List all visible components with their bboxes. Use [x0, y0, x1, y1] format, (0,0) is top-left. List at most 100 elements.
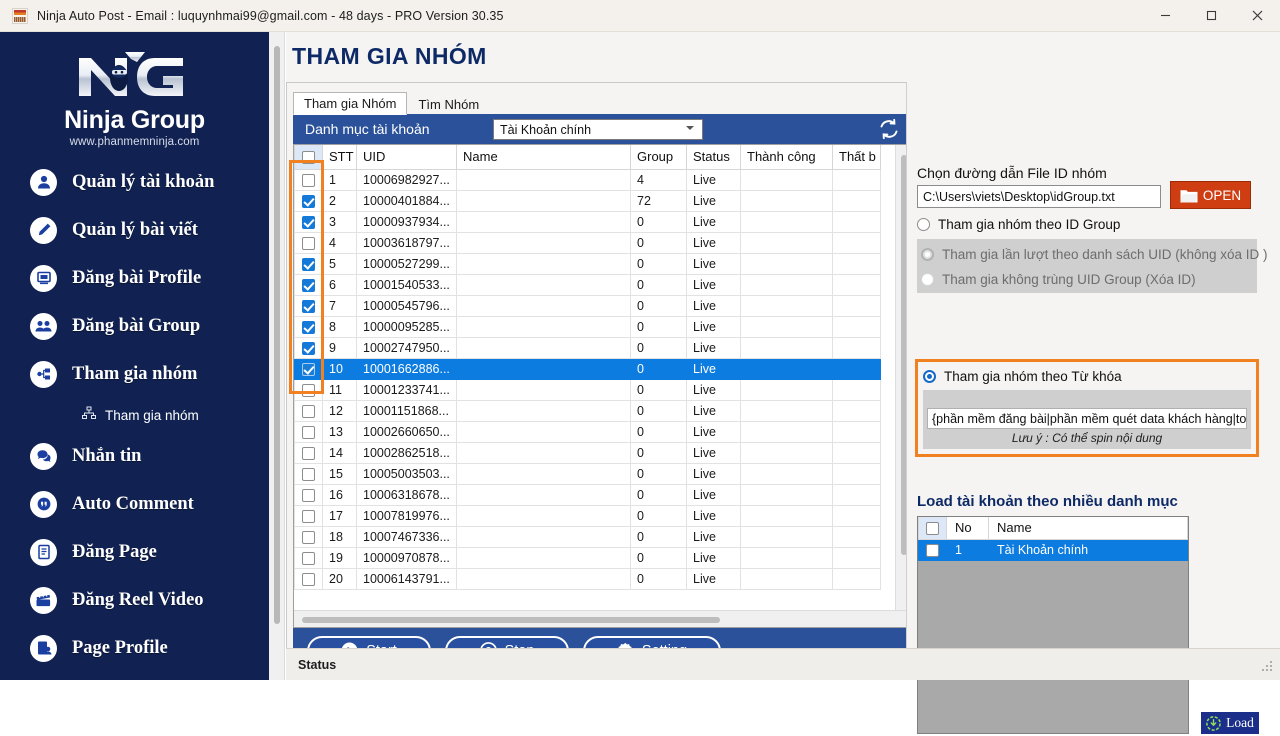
table-row[interactable]: 6 10001540533... 0 Live: [294, 273, 881, 296]
row-checkbox-cell[interactable]: [294, 315, 323, 338]
close-icon[interactable]: [1234, 0, 1280, 32]
row-checkbox[interactable]: [302, 341, 315, 355]
table-horizontal-scrollbar[interactable]: [294, 610, 912, 627]
sidebar-item-auto-comment[interactable]: Auto Comment: [0, 480, 269, 528]
table-row[interactable]: 13 10002660650... 0 Live: [294, 420, 881, 443]
keyword-input[interactable]: {phần mềm đăng bài|phần mềm quét data kh…: [927, 408, 1247, 429]
row-checkbox-cell[interactable]: [294, 504, 323, 527]
row-checkbox[interactable]: [302, 257, 315, 271]
col-header-stt[interactable]: STT: [322, 145, 357, 170]
row-checkbox-cell[interactable]: [294, 189, 323, 212]
table-row[interactable]: 12 10001151868... 0 Live: [294, 399, 881, 422]
sidebar-item-ngon-ngu[interactable]: A Ngôn ngữ: [0, 672, 269, 680]
category-row[interactable]: 1 Tài Khoản chính: [918, 538, 1188, 561]
col-header-uid[interactable]: UID: [356, 145, 457, 170]
radio-tham-gia-theo-tu-khoa[interactable]: Tham gia nhóm theo Từ khóa: [923, 369, 1122, 384]
row-checkbox-cell[interactable]: [294, 273, 323, 296]
row-checkbox-cell[interactable]: [294, 168, 323, 191]
category-select-all-checkbox[interactable]: [926, 522, 939, 536]
table-row[interactable]: 11 10001233741... 0 Live: [294, 378, 881, 401]
select-all-header[interactable]: [294, 145, 323, 170]
row-checkbox-cell[interactable]: [294, 210, 323, 233]
open-file-button[interactable]: OPEN: [1170, 181, 1251, 209]
table-row[interactable]: 19 10000970878... 0 Live: [294, 546, 881, 569]
row-checkbox-cell[interactable]: [294, 567, 323, 590]
row-checkbox-cell[interactable]: [294, 525, 323, 548]
resize-grip-icon[interactable]: [1260, 658, 1274, 672]
sidebar-item-tham-gia-nhom[interactable]: Tham gia nhóm: [0, 350, 269, 398]
row-checkbox-cell[interactable]: [294, 399, 323, 422]
sidebar-item-dang-bai-profile[interactable]: Đăng bài Profile: [0, 254, 269, 302]
row-checkbox-cell[interactable]: [294, 252, 323, 275]
select-all-checkbox[interactable]: [302, 151, 315, 165]
sidebar-item-dang-reel-video[interactable]: Đăng Reel Video: [0, 576, 269, 624]
sidebar-item-nhan-tin[interactable]: Nhắn tin: [0, 432, 269, 480]
row-checkbox[interactable]: [302, 299, 315, 313]
table-horizontal-scrollbar-thumb[interactable]: [302, 617, 720, 623]
row-checkbox[interactable]: [302, 215, 315, 229]
minimize-icon[interactable]: [1142, 0, 1188, 32]
row-checkbox[interactable]: [302, 530, 315, 544]
table-row[interactable]: 15 10005003503... 0 Live: [294, 462, 881, 485]
row-checkbox[interactable]: [302, 509, 315, 523]
row-checkbox[interactable]: [302, 404, 315, 418]
col-header-group[interactable]: Group: [630, 145, 687, 170]
sidebar-item-quan-ly-tai-khoan[interactable]: Quản lý tài khoản: [0, 158, 269, 206]
row-checkbox-cell[interactable]: [294, 357, 323, 380]
table-row[interactable]: 3 10000937934... 0 Live: [294, 210, 881, 233]
row-checkbox[interactable]: [302, 362, 315, 376]
row-checkbox-cell[interactable]: [294, 420, 323, 443]
row-checkbox[interactable]: [302, 467, 315, 481]
table-row[interactable]: 10 10001662886... 0 Live: [294, 357, 881, 380]
table-row[interactable]: 9 10002747950... 0 Live: [294, 336, 881, 359]
row-checkbox[interactable]: [302, 572, 315, 586]
tab-tim-nhom[interactable]: Tìm Nhóm: [407, 92, 490, 115]
row-checkbox[interactable]: [302, 278, 315, 292]
table-row[interactable]: 17 10007819976... 0 Live: [294, 504, 881, 527]
row-checkbox-cell[interactable]: [294, 441, 323, 464]
account-category-select[interactable]: Tài Khoản chính: [493, 119, 703, 140]
col-header-that-bai[interactable]: Thất b: [832, 145, 881, 170]
sidebar-scrollbar-thumb[interactable]: [274, 46, 280, 624]
row-checkbox[interactable]: [302, 194, 315, 208]
table-row[interactable]: 18 10007467336... 0 Live: [294, 525, 881, 548]
table-row[interactable]: 20 10006143791... 0 Live: [294, 567, 881, 590]
row-checkbox-cell[interactable]: [294, 462, 323, 485]
col-header-thanh-cong[interactable]: Thành công: [740, 145, 833, 170]
maximize-icon[interactable]: [1188, 0, 1234, 32]
radio-tham-gia-lan-luot[interactable]: Tham gia lần lượt theo danh sách UID (kh…: [921, 247, 1268, 262]
radio-tham-gia-theo-id-group[interactable]: Tham gia nhóm theo ID Group: [917, 217, 1120, 232]
row-checkbox[interactable]: [302, 425, 315, 439]
load-button[interactable]: Load: [1199, 710, 1261, 736]
table-row[interactable]: 14 10002862518... 0 Live: [294, 441, 881, 464]
radio-tham-gia-khong-trung[interactable]: Tham gia không trùng UID Group (Xóa ID): [921, 272, 1196, 287]
table-row[interactable]: 16 10006318678... 0 Live: [294, 483, 881, 506]
row-checkbox-cell[interactable]: [294, 336, 323, 359]
tab-tham-gia-nhom[interactable]: Tham gia Nhóm: [293, 92, 408, 115]
row-checkbox-cell[interactable]: [294, 378, 323, 401]
category-col-no[interactable]: No: [946, 517, 989, 540]
table-row[interactable]: 4 10003618797... 0 Live: [294, 231, 881, 254]
category-row-checkbox-cell[interactable]: [918, 538, 947, 561]
col-header-status[interactable]: Status: [686, 145, 741, 170]
table-row[interactable]: 7 10000545796... 0 Live: [294, 294, 881, 317]
sidebar-subitem-tham-gia-nhom[interactable]: Tham gia nhóm: [0, 398, 269, 432]
row-checkbox[interactable]: [302, 173, 315, 187]
sidebar-item-page-profile[interactable]: Page Profile: [0, 624, 269, 672]
category-col-name[interactable]: Name: [988, 517, 1188, 540]
refresh-icon[interactable]: [877, 117, 901, 141]
sidebar-item-quan-ly-bai-viet[interactable]: Quản lý bài viết: [0, 206, 269, 254]
table-row[interactable]: 8 10000095285... 0 Live: [294, 315, 881, 338]
table-row[interactable]: 1 10006982927... 4 Live: [294, 168, 881, 191]
row-checkbox[interactable]: [302, 236, 315, 250]
row-checkbox-cell[interactable]: [294, 483, 323, 506]
sidebar-item-dang-bai-group[interactable]: Đăng bài Group: [0, 302, 269, 350]
row-checkbox-cell[interactable]: [294, 546, 323, 569]
row-checkbox[interactable]: [302, 551, 315, 565]
file-path-input[interactable]: C:\Users\viets\Desktop\idGroup.txt: [917, 185, 1161, 208]
category-row-checkbox[interactable]: [926, 543, 939, 557]
row-checkbox-cell[interactable]: [294, 231, 323, 254]
col-header-name[interactable]: Name: [456, 145, 631, 170]
table-row[interactable]: 2 10000401884... 72 Live: [294, 189, 881, 212]
sidebar-item-dang-page[interactable]: Đăng Page: [0, 528, 269, 576]
